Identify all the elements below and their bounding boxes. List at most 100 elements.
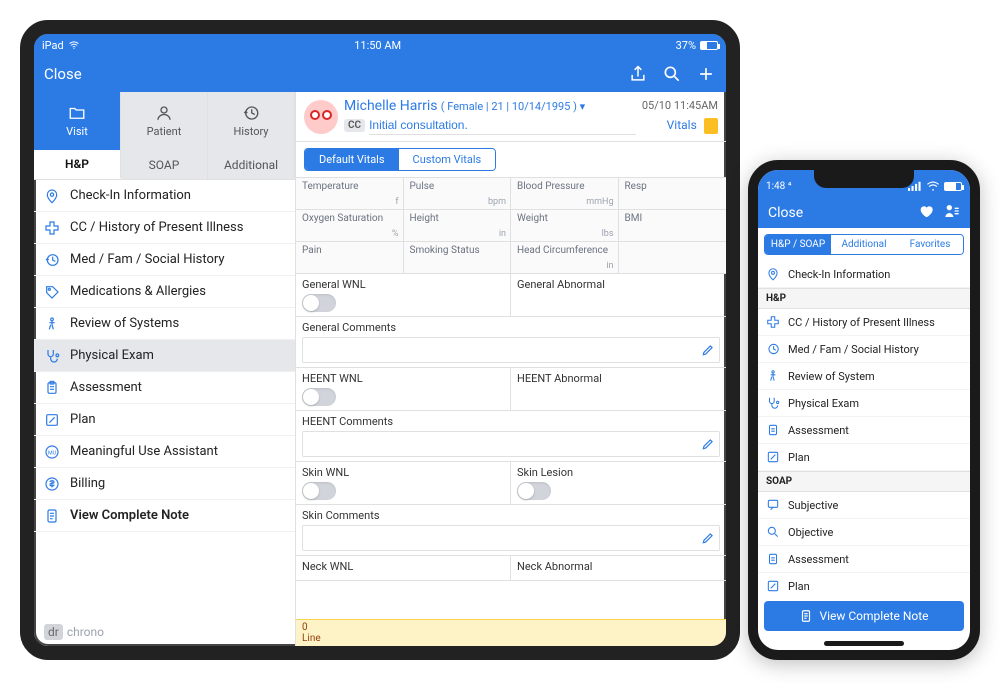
share-icon[interactable] [628, 64, 648, 84]
sidebar-item-mu[interactable]: MU Meaningful Use Assistant [34, 436, 295, 468]
sidebar-item-meds[interactable]: Medications & Allergies [34, 276, 295, 308]
vital-weight[interactable]: Weightlbs [511, 210, 619, 242]
iphone-item-pe[interactable]: Physical Exam [758, 390, 970, 417]
exam-general-wnl[interactable]: General WNL [296, 274, 511, 316]
heart-icon[interactable] [918, 203, 934, 223]
exam-general-comments[interactable]: General Comments [296, 316, 726, 367]
patient-meta[interactable]: ( Female | 21 | 10/14/1995 ) ▾ [441, 100, 585, 113]
vital-bmi[interactable]: BMI [619, 210, 727, 242]
sidebar-item-cc[interactable]: CC / History of Present Illness [34, 212, 295, 244]
iphone-item-checkin[interactable]: Check-In Information [758, 261, 970, 288]
note-doc-icon[interactable] [704, 118, 718, 134]
wifi-icon [68, 41, 80, 49]
close-button[interactable]: Close [44, 65, 82, 83]
sidebar-item-checkin[interactable]: Check-In Information [34, 180, 295, 212]
mu-badge-icon: MU [44, 444, 60, 460]
patient-avatar[interactable] [304, 100, 338, 134]
vital-bp[interactable]: Blood PressuremmHg [511, 178, 619, 210]
vital-pulse[interactable]: Pulsebpm [404, 178, 512, 210]
iphone-item-assessment[interactable]: Assessment [758, 417, 970, 444]
exam-skin-wnl[interactable]: Skin WNL [296, 462, 511, 504]
edit-icon [766, 579, 780, 593]
history-icon [240, 104, 262, 122]
iphone-item-cc[interactable]: CC / History of Present Illness [758, 309, 970, 336]
add-icon[interactable] [696, 64, 716, 84]
ipad-navbar: Close [34, 56, 726, 92]
plus-medical-icon [766, 315, 780, 329]
exam-neck-wnl[interactable]: Neck WNL [296, 556, 511, 580]
sidebar-item-billing[interactable]: Billing [34, 468, 295, 500]
cc-input[interactable] [369, 116, 636, 135]
exam-heent-wnl[interactable]: HEENT WNL [296, 368, 511, 410]
battery-pct: 37% [676, 39, 696, 52]
exam-neck-abnormal[interactable]: Neck Abnormal [511, 556, 726, 580]
stethoscope-icon [44, 348, 60, 364]
document-icon [799, 609, 813, 623]
pencil-icon[interactable] [701, 531, 715, 545]
iphone-item-history[interactable]: Med / Fam / Social History [758, 336, 970, 363]
visit-datetime: 05/10 11:45AM [642, 99, 718, 112]
patient-name[interactable]: Michelle Harris [344, 98, 438, 114]
iphone-item-objective[interactable]: Objective [758, 519, 970, 546]
exam-skin-lesion[interactable]: Skin Lesion [511, 462, 726, 504]
sidebar-item-plan[interactable]: Plan [34, 404, 295, 436]
iphone-item-soap-assessment[interactable]: Assessment [758, 546, 970, 573]
vitals-tab-custom[interactable]: Custom Vitals [399, 149, 496, 170]
vital-pain[interactable]: Pain [296, 242, 404, 274]
exam-heent-comments[interactable]: HEENT Comments [296, 410, 726, 461]
iphone-close-button[interactable]: Close [768, 205, 803, 221]
plus-medical-icon [44, 220, 60, 236]
sidebar-item-physical-exam[interactable]: Physical Exam [34, 340, 295, 372]
exam-general-abnormal[interactable]: General Abnormal [511, 274, 726, 316]
search-icon[interactable] [662, 64, 682, 84]
tab-history[interactable]: History [208, 92, 295, 150]
pencil-icon[interactable] [701, 343, 715, 357]
user-menu-icon[interactable] [944, 203, 960, 223]
sidebar: Visit Patient History H&P SOAP [34, 92, 296, 646]
iphone-item-soap-plan[interactable]: Plan [758, 573, 970, 595]
iphone-item-subjective[interactable]: Subjective [758, 492, 970, 519]
sidebar-item-ros[interactable]: Review of Systems [34, 308, 295, 340]
ipad-device: iPad 11:50 AM 37% Close [20, 20, 740, 660]
pin-icon [766, 267, 780, 281]
iphone-tab-favorites[interactable]: Favorites [897, 235, 963, 254]
toggle-general-wnl[interactable] [302, 294, 336, 312]
vitals-link[interactable]: Vitals [667, 118, 697, 132]
vital-temperature[interactable]: Temperaturef [296, 178, 404, 210]
folder-icon [66, 104, 88, 122]
sidebar-item-history[interactable]: Med / Fam / Social History [34, 244, 295, 276]
subtab-additional[interactable]: Additional [208, 150, 295, 179]
sidebar-item-assessment[interactable]: Assessment [34, 372, 295, 404]
iphone-tab-hpsoap[interactable]: H&P / SOAP [765, 235, 831, 254]
iphone-navbar: Close [758, 198, 970, 228]
toggle-skin-wnl[interactable] [302, 482, 336, 500]
iphone-view-note-button[interactable]: View Complete Note [764, 601, 964, 631]
battery-icon [944, 182, 962, 191]
brand-logo: dr chrono [34, 618, 295, 646]
vitals-tab-default[interactable]: Default Vitals [305, 149, 399, 170]
vital-resp[interactable]: Resp [619, 178, 727, 210]
cc-badge: CC [344, 119, 365, 132]
iphone-item-plan[interactable]: Plan [758, 444, 970, 471]
tag-icon [44, 284, 60, 300]
vital-head-circ[interactable]: Head Circumferencein [511, 242, 619, 274]
toggle-heent-wnl[interactable] [302, 388, 336, 406]
toggle-skin-lesion[interactable] [517, 482, 551, 500]
iphone-item-ros[interactable]: Review of System [758, 363, 970, 390]
exam-heent-abnormal[interactable]: HEENT Abnormal [511, 368, 726, 410]
exam-skin-comments[interactable]: Skin Comments [296, 504, 726, 555]
search-icon [766, 525, 780, 539]
vital-height[interactable]: Heightin [404, 210, 512, 242]
vital-o2[interactable]: Oxygen Saturation% [296, 210, 404, 242]
pencil-icon[interactable] [701, 437, 715, 451]
iphone-section-hp: H&P [758, 288, 970, 309]
subtab-hp[interactable]: H&P [34, 150, 121, 179]
iphone-section-soap: SOAP [758, 471, 970, 492]
subtab-soap[interactable]: SOAP [121, 150, 208, 179]
sidebar-item-view-note[interactable]: View Complete Note [34, 500, 295, 532]
tab-visit[interactable]: Visit [34, 92, 121, 150]
svg-text:MU: MU [48, 450, 57, 456]
vital-smoking[interactable]: Smoking Status [404, 242, 512, 274]
iphone-tab-additional[interactable]: Additional [831, 235, 897, 254]
tab-patient[interactable]: Patient [121, 92, 208, 150]
